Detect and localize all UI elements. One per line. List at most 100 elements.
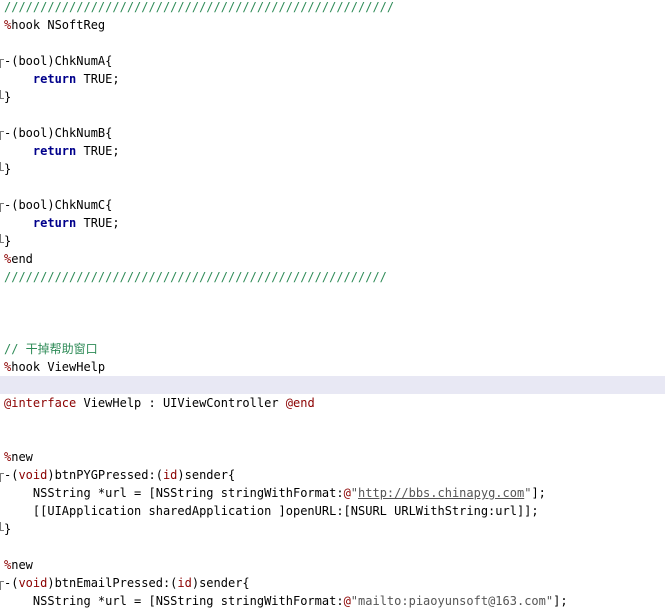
code-line[interactable]: [[UIApplication sharedApplication ]openU… bbox=[0, 502, 665, 520]
code-text: %new bbox=[4, 448, 33, 466]
code-line[interactable]: } bbox=[0, 520, 665, 538]
code-line[interactable]: %end bbox=[0, 250, 665, 268]
code-text: } bbox=[4, 160, 11, 178]
code-token: @ bbox=[343, 486, 351, 500]
code-text: // 干掉帮助窗口 bbox=[4, 340, 98, 358]
code-text: %hook ViewHelp bbox=[4, 358, 105, 376]
code-line[interactable]: -(void)btnPYGPressed:(id)sender{ bbox=[0, 466, 665, 484]
code-token: -( bbox=[4, 576, 19, 590]
code-text: [[UIApplication sharedApplication ]openU… bbox=[4, 502, 539, 520]
code-text: -(bool)ChkNumC{ bbox=[4, 196, 112, 214]
code-token: // 干掉帮助窗口 bbox=[4, 342, 98, 356]
code-line[interactable] bbox=[0, 178, 665, 196]
code-line[interactable]: -(void)btnEmailPressed:(id)sender{ bbox=[0, 574, 665, 592]
code-text: } bbox=[4, 232, 11, 250]
code-token: return bbox=[32, 216, 77, 230]
code-token: ////////////////////////////////////////… bbox=[4, 0, 395, 14]
code-token: } bbox=[4, 90, 12, 104]
code-token: -(bool)ChkNumC{ bbox=[4, 198, 113, 212]
code-line[interactable]: NSString *url = [NSString stringWithForm… bbox=[0, 484, 665, 502]
code-token: )sender{ bbox=[177, 468, 236, 482]
code-token: void bbox=[18, 468, 48, 482]
code-token: http://bbs.chinapyg.com bbox=[358, 486, 525, 500]
code-text: return TRUE; bbox=[4, 70, 120, 88]
code-editor[interactable]: ////////////////////////////////////////… bbox=[0, 0, 665, 608]
code-token: return bbox=[32, 144, 77, 158]
code-token: ////////////////////////////////////////… bbox=[4, 270, 387, 284]
code-line[interactable]: // 干掉帮助窗口 bbox=[0, 340, 665, 358]
code-token: -(bool)ChkNumB{ bbox=[4, 126, 113, 140]
code-text: -(void)btnEmailPressed:(id)sender{ bbox=[4, 574, 250, 592]
code-text: NSString *url = [NSString stringWithForm… bbox=[4, 592, 568, 610]
code-line[interactable]: return TRUE; bbox=[0, 70, 665, 88]
code-token: id bbox=[162, 468, 178, 482]
code-line[interactable]: -(bool)ChkNumA{ bbox=[0, 52, 665, 70]
code-token: TRUE; bbox=[76, 144, 120, 158]
code-line[interactable] bbox=[0, 430, 665, 448]
code-token: ]; bbox=[553, 594, 568, 608]
code-token: )sender{ bbox=[191, 576, 250, 590]
code-token: NSString *url = [NSString stringWithForm… bbox=[4, 594, 344, 608]
code-line[interactable]: %hook NSoftReg bbox=[0, 16, 665, 34]
current-line[interactable] bbox=[0, 376, 665, 394]
code-line[interactable]: %hook ViewHelp bbox=[0, 358, 665, 376]
code-text: %hook NSoftReg bbox=[4, 16, 105, 34]
code-line[interactable] bbox=[0, 106, 665, 124]
code-text: -(bool)ChkNumB{ bbox=[4, 124, 112, 142]
code-line[interactable] bbox=[0, 286, 665, 304]
code-text: return TRUE; bbox=[4, 142, 120, 160]
code-line[interactable]: %new bbox=[0, 448, 665, 466]
code-token: } bbox=[4, 234, 12, 248]
code-token: return bbox=[32, 72, 77, 86]
code-line[interactable] bbox=[0, 322, 665, 340]
code-token: hook NSoftReg bbox=[11, 18, 106, 32]
code-text: %new bbox=[4, 556, 33, 574]
code-token: void bbox=[18, 576, 48, 590]
code-line[interactable]: -(bool)ChkNumB{ bbox=[0, 124, 665, 142]
code-token: @end bbox=[285, 396, 315, 410]
code-token: ]; bbox=[531, 486, 546, 500]
code-line[interactable]: ////////////////////////////////////////… bbox=[0, 268, 665, 286]
code-line[interactable]: NSString *url = [NSString stringWithForm… bbox=[0, 592, 665, 610]
code-token: new bbox=[11, 450, 33, 464]
code-text: } bbox=[4, 520, 11, 538]
code-line[interactable]: } bbox=[0, 160, 665, 178]
code-token: )btnEmailPressed:( bbox=[47, 576, 178, 590]
code-line[interactable]: } bbox=[0, 88, 665, 106]
code-token: "mailto:piaoyunsoft@163.com" bbox=[350, 594, 554, 608]
code-token: @interface bbox=[4, 396, 77, 410]
code-line[interactable] bbox=[0, 304, 665, 322]
code-line[interactable] bbox=[0, 412, 665, 430]
code-token: id bbox=[177, 576, 192, 590]
code-line[interactable] bbox=[0, 34, 665, 52]
code-token: } bbox=[4, 162, 12, 176]
code-token: -(bool)ChkNumA{ bbox=[4, 54, 113, 68]
code-text: -(bool)ChkNumA{ bbox=[4, 52, 112, 70]
code-token: hook ViewHelp bbox=[11, 360, 106, 374]
code-line[interactable] bbox=[0, 538, 665, 556]
code-line[interactable]: return TRUE; bbox=[0, 214, 665, 232]
code-text: @interface ViewHelp : UIViewController @… bbox=[4, 394, 315, 412]
code-line[interactable]: ////////////////////////////////////////… bbox=[0, 0, 665, 16]
code-line[interactable]: @interface ViewHelp : UIViewController @… bbox=[0, 394, 665, 412]
code-token: TRUE; bbox=[76, 216, 120, 230]
code-line[interactable]: return TRUE; bbox=[0, 142, 665, 160]
code-line[interactable]: %new bbox=[0, 556, 665, 574]
code-token: ViewHelp : UIViewController bbox=[76, 396, 286, 410]
code-token: @ bbox=[343, 594, 351, 608]
code-token: new bbox=[11, 558, 33, 572]
code-text: return TRUE; bbox=[4, 214, 120, 232]
code-line[interactable]: } bbox=[0, 232, 665, 250]
code-token: end bbox=[11, 252, 33, 266]
code-line[interactable]: -(bool)ChkNumC{ bbox=[0, 196, 665, 214]
code-token: NSString *url = [NSString stringWithForm… bbox=[4, 486, 344, 500]
code-text: } bbox=[4, 88, 11, 106]
code-text: -(void)btnPYGPressed:(id)sender{ bbox=[4, 466, 235, 484]
code-text: %end bbox=[4, 250, 33, 268]
code-text: ////////////////////////////////////////… bbox=[4, 0, 394, 16]
code-token: " bbox=[350, 486, 359, 500]
code-token: } bbox=[4, 522, 12, 536]
